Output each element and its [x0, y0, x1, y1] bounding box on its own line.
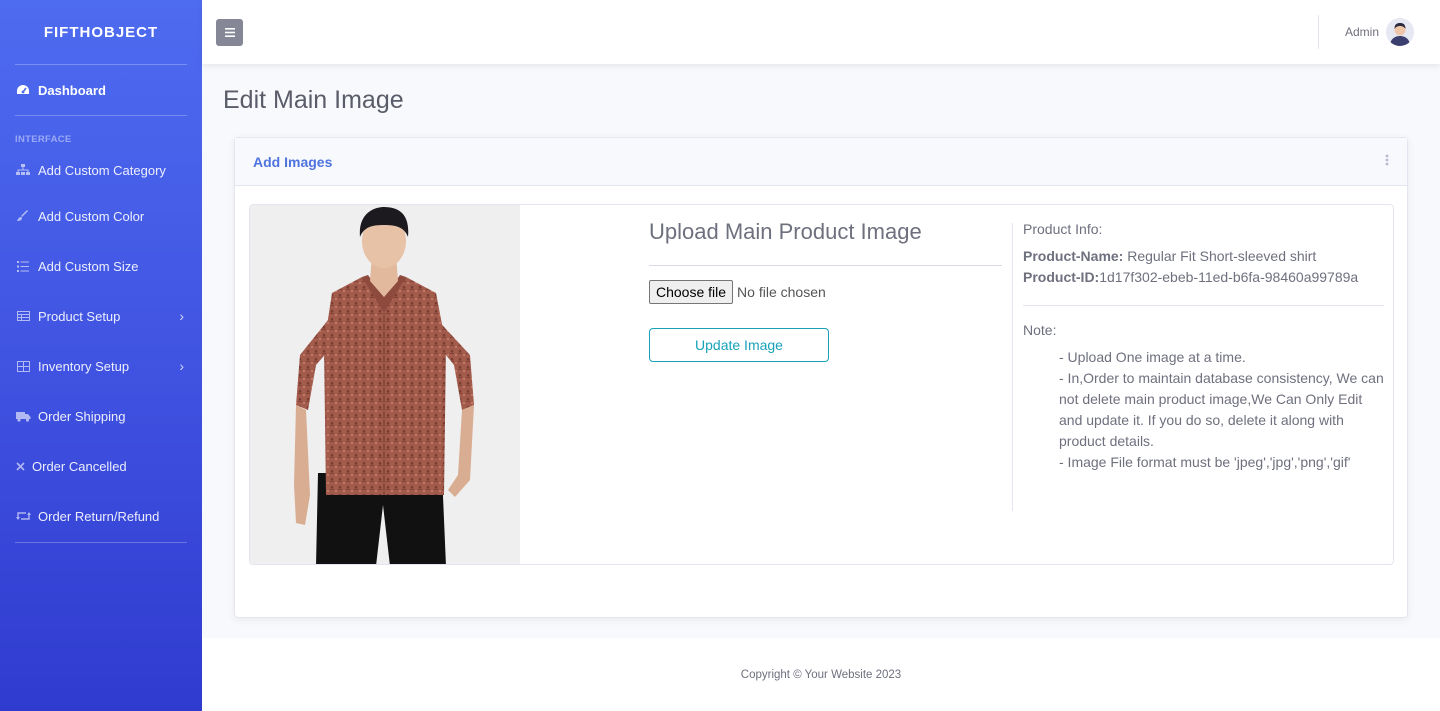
product-name-value: Regular Fit Short-sleeved shirt: [1123, 248, 1317, 264]
sidebar-heading: INTERFACE: [15, 134, 72, 145]
divider: [1023, 305, 1384, 306]
topbar-divider: [1318, 15, 1319, 49]
sidebar-item-add-custom-size[interactable]: Add Custom Size: [0, 241, 202, 291]
sidebar-item-product-setup[interactable]: Product Setup ›: [0, 291, 202, 341]
product-name-label: Product-Name:: [1023, 248, 1124, 264]
ellipsis-vertical-icon[interactable]: [1385, 154, 1389, 170]
note-item: - Image File format must be 'jpeg','jpg'…: [1059, 454, 1351, 470]
note-heading: Note:: [1023, 322, 1057, 338]
brand-logo[interactable]: FIFTHOBJECT: [0, 0, 202, 64]
product-id-label: Product-ID:: [1023, 269, 1100, 285]
sidebar-item-order-cancelled[interactable]: Order Cancelled: [0, 441, 202, 491]
table-icon: [15, 359, 31, 373]
user-name[interactable]: Admin: [1345, 25, 1379, 39]
product-info-heading: Product Info:: [1023, 221, 1103, 237]
footer: Copyright © Your Website 2023: [202, 638, 1440, 711]
product-id-row: Product-ID:1d17f302-ebeb-11ed-b6fa-98460…: [1023, 267, 1384, 288]
tachometer-icon: [15, 83, 31, 97]
sidebar-item-label: Inventory Setup: [38, 358, 130, 374]
divider: [649, 265, 1002, 266]
hamburger-icon: [224, 25, 235, 40]
sitemap-icon: [15, 163, 31, 177]
sidebar-toggle-button[interactable]: [216, 19, 243, 46]
sidebar-divider: [15, 542, 187, 543]
product-info: Product Info: Product-Name: Regular Fit …: [1012, 221, 1384, 511]
topbar: Admin: [202, 0, 1440, 64]
sidebar-item-order-return-refund[interactable]: Order Return/Refund: [0, 491, 202, 541]
sidebar-item-inventory-setup[interactable]: Inventory Setup ›: [0, 341, 202, 391]
sidebar-item-label: Add Custom Color: [38, 208, 145, 224]
product-name-row: Product-Name: Regular Fit Short-sleeved …: [1023, 246, 1384, 267]
card-header: Add Images: [235, 138, 1407, 186]
product-image: [250, 205, 520, 564]
chevron-right-icon: ›: [179, 358, 184, 374]
sidebar-item-label: Order Cancelled: [32, 458, 127, 474]
image-edit-panel: Upload Main Product Image Choose file No…: [249, 204, 1394, 565]
paint-brush-icon: [15, 209, 31, 223]
choose-file-button[interactable]: Choose file: [649, 280, 734, 304]
times-icon: [15, 459, 25, 473]
sidebar-item-label: Dashboard: [38, 82, 106, 98]
sidebar-item-label: Order Return/Refund: [38, 508, 160, 524]
avatar[interactable]: [1386, 18, 1414, 46]
list-icon: [15, 259, 31, 273]
product-id-value: 1d17f302-ebeb-11ed-b6fa-98460a99789a: [1099, 269, 1359, 285]
file-input[interactable]: Choose file No file chosen: [649, 280, 1002, 304]
copyright-text: Copyright © Your Website 2023: [740, 668, 902, 681]
add-images-card: Add Images Upload Main Product Image Cho…: [234, 137, 1408, 618]
retweet-icon: [15, 509, 31, 523]
page-title: Edit Main Image: [223, 86, 404, 114]
note-item: - In,Order to maintain database consiste…: [1059, 370, 1384, 449]
sidebar-item-label: Add Custom Size: [38, 258, 139, 274]
sidebar-item-add-custom-color[interactable]: Add Custom Color: [0, 191, 202, 241]
chevron-right-icon: ›: [179, 308, 184, 324]
card-title: Add Images: [253, 153, 333, 170]
sidebar-item-label: Order Shipping: [38, 408, 126, 424]
upload-section: Upload Main Product Image Choose file No…: [649, 219, 1002, 362]
sidebar-item-dashboard[interactable]: Dashboard: [0, 65, 202, 115]
sidebar-item-order-shipping[interactable]: Order Shipping: [0, 391, 202, 441]
sidebar-item-label: Product Setup: [38, 308, 121, 324]
sidebar: FIFTHOBJECT Dashboard INTERFACE Add Cust…: [0, 0, 202, 711]
notes-list: - Upload One image at a time. - In,Order…: [1023, 347, 1384, 473]
truck-icon: [15, 409, 31, 423]
note-item: - Upload One image at a time.: [1059, 349, 1246, 365]
sidebar-item-label: Add Custom Category: [38, 162, 166, 178]
update-image-button[interactable]: Update Image: [649, 328, 829, 362]
table-icon: [15, 309, 31, 323]
file-status: No file chosen: [737, 284, 826, 300]
sidebar-item-add-custom-category[interactable]: Add Custom Category: [0, 149, 202, 191]
upload-title: Upload Main Product Image: [649, 219, 922, 244]
